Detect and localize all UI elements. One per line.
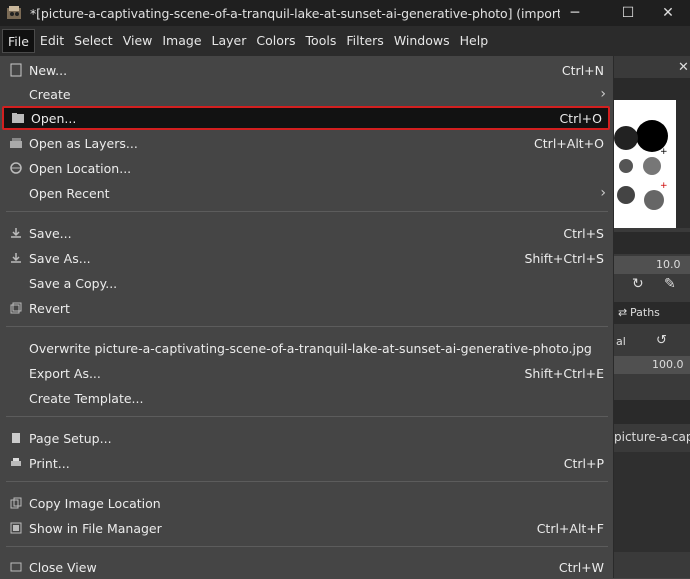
folder-icon — [9, 521, 23, 535]
open-layers-icon — [9, 136, 23, 150]
paths-icon: ⇄ — [618, 306, 628, 319]
opacity-value: 100.0 — [652, 358, 684, 371]
menu-item-page-setup[interactable]: Page Setup... — [2, 426, 610, 450]
submenu-arrow-icon: › — [600, 185, 606, 201]
menu-item-export-as[interactable]: Export As... Shift+Ctrl+E — [2, 361, 610, 385]
open-icon — [11, 111, 25, 125]
menu-tools[interactable]: Tools — [301, 29, 342, 53]
minimize-button[interactable]: ─ — [552, 0, 598, 26]
menu-item-save[interactable]: Save... Ctrl+S — [2, 221, 610, 245]
brush-filter-bar — [614, 232, 690, 254]
menu-item-save-copy[interactable]: Save a Copy... — [2, 271, 610, 295]
globe-icon — [9, 161, 23, 175]
save-as-icon — [9, 251, 23, 265]
menu-item-save-as[interactable]: Save As... Shift+Ctrl+S — [2, 246, 610, 270]
menu-item-overwrite[interactable]: Overwrite picture-a-captivating-scene-of… — [2, 336, 610, 360]
menu-item-open-location[interactable]: Open Location... — [2, 156, 610, 180]
close-view-icon — [9, 560, 23, 574]
menu-item-print[interactable]: Print... Ctrl+P — [2, 451, 610, 475]
separator — [6, 326, 608, 327]
window-title: *[picture-a-captivating-scene-of-a-tranq… — [30, 5, 560, 21]
close-dock-icon[interactable]: ✕ — [678, 60, 689, 75]
layers-area — [614, 400, 690, 424]
page-setup-icon — [9, 431, 23, 445]
menu-select[interactable]: Select — [69, 29, 118, 53]
file-menu-dropdown: New... Ctrl+N Create › Open... Ctrl+O Op… — [0, 56, 614, 578]
paths-tab[interactable]: Paths — [630, 306, 660, 319]
brush-grid[interactable]: + + — [614, 100, 676, 228]
menu-item-open-recent[interactable]: Open Recent › — [2, 181, 610, 205]
mode-value[interactable]: al — [616, 335, 626, 348]
menu-bar: File Edit Select View Image Layer Colors… — [0, 26, 690, 56]
reset-mode-icon[interactable]: ↺ — [656, 333, 667, 348]
menu-item-open[interactable]: Open... Ctrl+O — [2, 106, 610, 130]
brush-scrollbar[interactable] — [676, 100, 690, 228]
new-file-icon — [9, 63, 23, 77]
separator — [6, 416, 608, 417]
spacing-value: 10.0 — [656, 258, 681, 271]
brush-header — [614, 78, 690, 100]
svg-text:+: + — [660, 181, 668, 191]
menu-item-revert[interactable]: Revert — [2, 296, 610, 320]
menu-item-create[interactable]: Create › — [2, 82, 610, 106]
menu-item-close-view[interactable]: Close View Ctrl+W — [2, 555, 610, 579]
separator — [6, 211, 608, 212]
menu-item-create-template[interactable]: Create Template... — [2, 386, 610, 410]
menu-layer[interactable]: Layer — [207, 29, 252, 53]
menu-item-show-file-manager[interactable]: Show in File Manager Ctrl+Alt+F — [2, 516, 610, 540]
menu-image[interactable]: Image — [157, 29, 206, 53]
menu-file[interactable]: File — [2, 29, 35, 53]
menu-item-new[interactable]: New... Ctrl+N — [2, 58, 610, 82]
svg-text:+: + — [660, 147, 668, 157]
menu-colors[interactable]: Colors — [251, 29, 300, 53]
menu-edit[interactable]: Edit — [35, 29, 69, 53]
separator — [6, 481, 608, 482]
separator — [6, 546, 608, 547]
submenu-arrow-icon: › — [600, 86, 606, 102]
menu-filters[interactable]: Filters — [341, 29, 388, 53]
copy-icon — [9, 496, 23, 510]
menu-view[interactable]: View — [118, 29, 158, 53]
menu-item-open-as-layers[interactable]: Open as Layers... Ctrl+Alt+O — [2, 131, 610, 155]
gimp-app-icon — [6, 5, 24, 21]
refresh-icon[interactable]: ↻ — [632, 276, 644, 292]
image-preview-area — [614, 452, 690, 552]
menu-help[interactable]: Help — [455, 29, 494, 53]
save-icon — [9, 226, 23, 240]
printer-icon — [9, 456, 23, 470]
close-window-button[interactable]: ✕ — [645, 0, 690, 26]
revert-icon — [9, 301, 23, 315]
edit-icon[interactable]: ✎ — [664, 276, 676, 292]
image-tab[interactable]: picture-a-cap — [614, 430, 690, 444]
menu-item-copy-location[interactable]: Copy Image Location — [2, 491, 610, 515]
title-bar: *[picture-a-captivating-scene-of-a-tranq… — [0, 0, 690, 26]
menu-windows[interactable]: Windows — [389, 29, 455, 53]
